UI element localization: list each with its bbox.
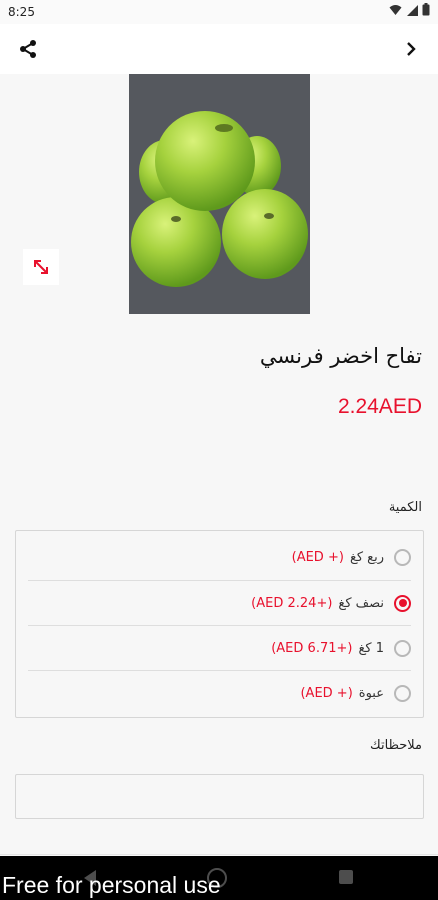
quantity-options: ربع كغ (+ AED) نصف كغ (+2.24 AED) 1 كغ (… bbox=[15, 530, 424, 718]
forward-button[interactable] bbox=[400, 36, 422, 62]
quantity-option-text: عبوة (+ AED) bbox=[300, 686, 384, 701]
quantity-option-name: نصف كغ bbox=[338, 595, 384, 611]
status-icons bbox=[389, 3, 430, 16]
radio-button[interactable] bbox=[394, 549, 411, 566]
status-time: 8:25 bbox=[8, 5, 35, 19]
quantity-option-price: (+2.24 AED) bbox=[251, 595, 333, 611]
nav-recents-icon[interactable] bbox=[339, 870, 353, 884]
quantity-option-name: 1 كغ bbox=[358, 640, 384, 656]
quantity-label: الكمية bbox=[388, 500, 422, 515]
notes-input[interactable] bbox=[15, 774, 424, 819]
share-icon bbox=[20, 40, 36, 58]
share-button[interactable] bbox=[14, 36, 42, 62]
divider bbox=[0, 854, 438, 855]
watermark-text: Free for personal use bbox=[2, 872, 221, 898]
quantity-option-price: (+ AED) bbox=[300, 685, 353, 701]
product-title: تفاح اخضر فرنسي bbox=[259, 344, 422, 368]
radio-button[interactable] bbox=[394, 684, 411, 702]
product-image[interactable] bbox=[129, 74, 310, 314]
fullscreen-button[interactable] bbox=[23, 249, 59, 285]
status-bar: 8:25 bbox=[0, 0, 438, 24]
app-bar bbox=[0, 24, 438, 74]
quantity-option-text: ربع كغ (+ AED) bbox=[292, 550, 384, 565]
quantity-option-1-kg[interactable]: 1 كغ (+6.71 AED) bbox=[28, 625, 411, 670]
quantity-option-name: عبوة bbox=[358, 685, 384, 701]
expand-arrows-icon bbox=[34, 260, 48, 274]
radio-button[interactable] bbox=[394, 639, 411, 657]
signal-icon bbox=[407, 4, 418, 16]
radio-button-selected[interactable] bbox=[394, 594, 411, 612]
quantity-option-quarter-kg[interactable]: ربع كغ (+ AED) bbox=[28, 535, 411, 580]
quantity-option-name: ربع كغ bbox=[349, 550, 384, 565]
wifi-icon bbox=[389, 4, 402, 15]
quantity-option-price: (+6.71 AED) bbox=[271, 640, 353, 656]
product-price: 2.24AED bbox=[337, 395, 422, 418]
battery-icon bbox=[422, 3, 430, 16]
quantity-option-price: (+ AED) bbox=[291, 550, 344, 565]
quantity-option-text: 1 كغ (+6.71 AED) bbox=[271, 641, 384, 656]
green-apples-photo bbox=[129, 74, 310, 314]
quantity-option-text: نصف كغ (+2.24 AED) bbox=[251, 596, 384, 611]
notes-label: ملاحظاتك bbox=[370, 738, 422, 753]
quantity-option-pack[interactable]: عبوة (+ AED) bbox=[28, 670, 411, 715]
chevron-right-icon bbox=[407, 42, 416, 56]
quantity-option-half-kg[interactable]: نصف كغ (+2.24 AED) bbox=[28, 580, 411, 625]
